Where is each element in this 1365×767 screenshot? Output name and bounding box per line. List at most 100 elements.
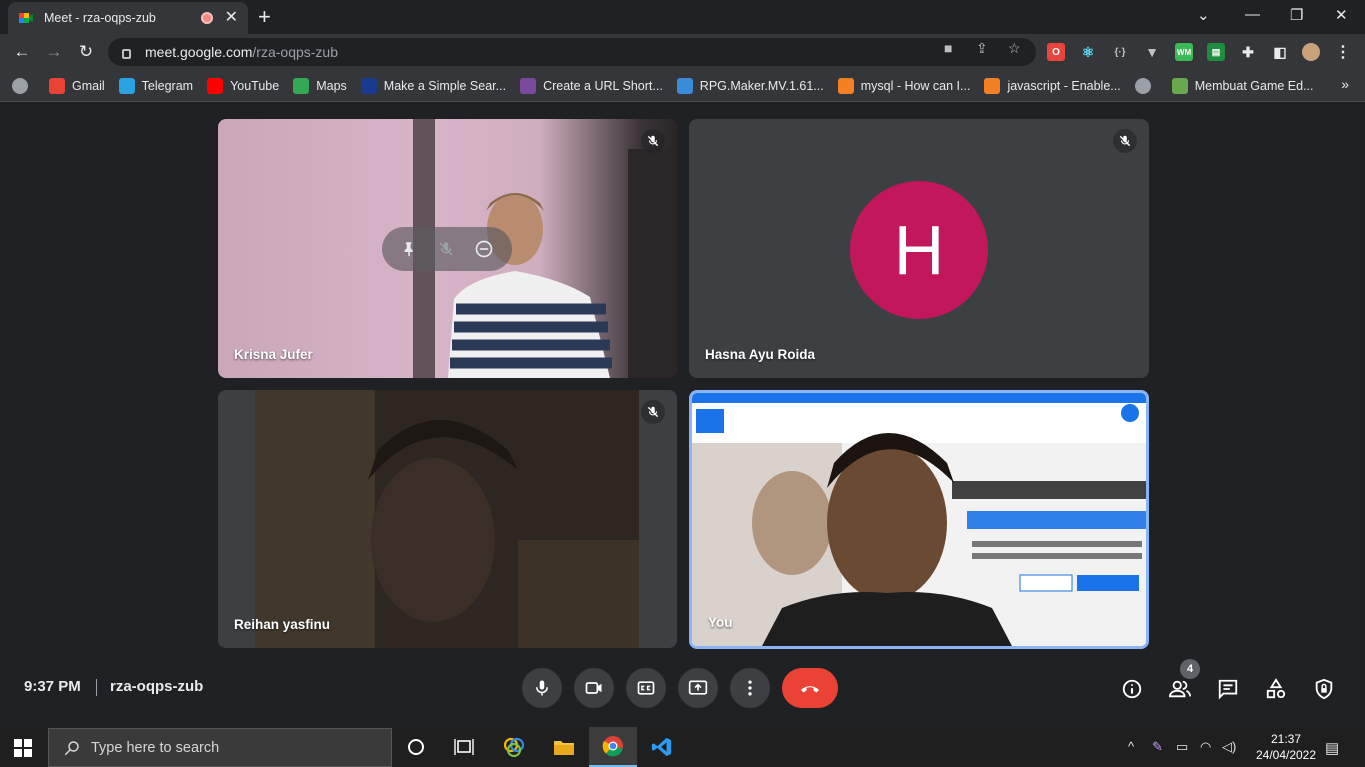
stackoverflow-icon xyxy=(984,77,1001,94)
taskbar-file-explorer[interactable] xyxy=(540,727,588,767)
reload-button[interactable]: ↻ xyxy=(76,42,96,62)
battery-icon[interactable]: ▭ xyxy=(1176,739,1188,755)
bookmark-star-icon[interactable]: ☆ xyxy=(1008,40,1021,57)
captions-button[interactable] xyxy=(626,668,666,708)
vue-devtools-icon[interactable]: ▼ xyxy=(1143,43,1161,61)
address-bar[interactable]: meet.google.com/rza-oqps-zub xyxy=(108,38,1036,66)
taskbar-app-colorful[interactable] xyxy=(490,727,538,767)
browser-tab-meet[interactable]: Meet - rza-oqps-zub ✕ xyxy=(8,2,248,34)
react-devtools-icon[interactable]: ⚛ xyxy=(1079,43,1097,61)
cortana-circle-icon xyxy=(408,739,424,755)
bookmark-item[interactable]: Make a Simple Sear... xyxy=(360,77,507,94)
tile-hover-controls xyxy=(382,227,512,271)
bookmark-icon xyxy=(1171,77,1188,94)
url-path: /rza-oqps-zub xyxy=(252,44,338,60)
chrome-icon xyxy=(602,736,623,757)
tray-pen-icon[interactable]: ✎ xyxy=(1152,739,1163,755)
extension-record-icon[interactable]: O xyxy=(1047,43,1065,61)
microphone-button[interactable] xyxy=(522,668,562,708)
bookmark-item[interactable]: Create a URL Short... xyxy=(520,77,663,94)
participant-tile-reihan[interactable]: Reihan yasfinu xyxy=(218,390,677,648)
notification-center-icon[interactable]: ▤ xyxy=(1325,739,1339,757)
present-now-button[interactable] xyxy=(678,668,718,708)
bookmark-label: Make a Simple Sear... xyxy=(383,78,507,93)
share-icon[interactable]: ⇪ xyxy=(976,40,988,57)
task-view-button[interactable] xyxy=(440,727,488,767)
shield-lock-icon xyxy=(1315,678,1333,700)
activities-shapes-icon xyxy=(1266,678,1286,699)
bookmark-item[interactable]: YouTube xyxy=(207,77,279,94)
tray-overflow-chevron-icon[interactable]: ^ xyxy=(1128,739,1134,754)
tab-search-chevron-icon[interactable]: ⌄ xyxy=(1197,6,1210,24)
windows-taskbar: Type here to search ^ ✎ ▭ ◠ ◁) 21:37 24/… xyxy=(0,727,1365,767)
bookmark-label: Create a URL Short... xyxy=(543,78,663,93)
activities-button[interactable] xyxy=(1263,676,1289,702)
more-options-button[interactable] xyxy=(730,668,770,708)
wifi-icon[interactable]: ◠ xyxy=(1200,739,1211,755)
task-view-icon xyxy=(454,739,474,755)
participant-tile-krisna[interactable]: Krisna Jufer xyxy=(218,119,677,378)
bookmark-item[interactable]: Membuat Game Ed... xyxy=(1171,77,1314,94)
remove-participant-icon[interactable] xyxy=(474,239,494,259)
close-window-button[interactable]: ✕ xyxy=(1335,6,1348,24)
extensions-puzzle-icon[interactable]: ✚ xyxy=(1239,43,1257,61)
sheets-extension-icon[interactable]: ▤ xyxy=(1207,43,1225,61)
folder-icon xyxy=(554,741,574,755)
participant-name: Krisna Jufer xyxy=(234,347,313,362)
meeting-details-button[interactable] xyxy=(1119,676,1145,702)
browser-menu-icon[interactable]: ⋮ xyxy=(1334,43,1352,61)
taskbar-clock[interactable]: 21:37 24/04/2022 xyxy=(1252,731,1320,763)
new-tab-button[interactable]: + xyxy=(258,6,271,28)
mute-participant-icon[interactable] xyxy=(437,240,455,258)
restore-button[interactable]: ❐ xyxy=(1290,6,1303,24)
volume-icon[interactable]: ◁) xyxy=(1222,739,1236,755)
bookmark-item[interactable]: RPG.Maker.MV.1.61... xyxy=(676,77,824,94)
camera-in-use-icon[interactable]: ■ xyxy=(944,40,952,56)
taskbar-search-box[interactable]: Type here to search xyxy=(48,728,392,767)
tab-close-icon[interactable]: ✕ xyxy=(225,10,238,26)
bookmark-item[interactable]: javascript - Enable... xyxy=(984,77,1121,94)
bookmark-item[interactable] xyxy=(12,77,35,94)
taskbar-time: 21:37 xyxy=(1270,732,1302,746)
back-button[interactable]: ← xyxy=(12,42,32,62)
people-count-badge: 4 xyxy=(1180,659,1200,679)
participant-avatar: H xyxy=(850,181,988,319)
taskbar-chrome[interactable] xyxy=(589,727,637,767)
bookmark-item[interactable]: Gmail xyxy=(49,77,105,94)
taskbar-vscode[interactable] xyxy=(638,727,686,767)
bookmark-item[interactable]: Maps xyxy=(293,77,347,94)
meet-favicon-icon xyxy=(19,13,33,23)
wm-extension-icon[interactable]: WM xyxy=(1175,43,1193,61)
cortana-button[interactable] xyxy=(392,727,440,767)
forward-button[interactable]: → xyxy=(44,42,64,62)
host-controls-button[interactable] xyxy=(1311,676,1337,702)
minimize-button[interactable]: — xyxy=(1245,6,1260,23)
meeting-control-bar: 9:37 PM rza-oqps-zub 4 xyxy=(0,650,1365,725)
chat-button[interactable] xyxy=(1215,676,1241,702)
participant-tile-you[interactable]: You xyxy=(689,390,1149,649)
bookmark-item[interactable] xyxy=(1134,77,1158,94)
youtube-icon xyxy=(207,77,224,94)
vscode-icon xyxy=(651,737,672,757)
bookmark-item[interactable]: mysql - How can I... xyxy=(837,77,970,94)
globe-icon xyxy=(1134,77,1151,94)
present-screen-icon xyxy=(688,680,708,695)
info-icon xyxy=(1122,679,1142,699)
windows-start-icon[interactable] xyxy=(14,739,32,757)
bookmark-icon xyxy=(520,77,537,94)
camera-button[interactable] xyxy=(574,668,614,708)
bookmark-item[interactable]: Telegram xyxy=(118,77,193,94)
participant-tile-hasna[interactable]: H Hasna Ayu Roida xyxy=(689,119,1149,378)
bookmark-label: javascript - Enable... xyxy=(1007,78,1121,93)
leave-call-button[interactable] xyxy=(782,668,838,708)
pin-icon[interactable] xyxy=(400,240,418,258)
browser-toolbar: ← → ↻ meet.google.com/rza-oqps-zub ■ ⇪ ☆… xyxy=(0,34,1365,70)
profile-avatar[interactable] xyxy=(1302,43,1320,61)
bookmarks-overflow-icon[interactable]: » xyxy=(1341,76,1349,92)
app-rings-icon xyxy=(503,737,525,758)
meeting-code: rza-oqps-zub xyxy=(110,678,204,695)
side-panel-icon[interactable]: ◧ xyxy=(1271,43,1289,61)
extension-braces-icon[interactable]: {·} xyxy=(1111,43,1129,61)
people-button[interactable] xyxy=(1167,676,1193,702)
gmail-icon xyxy=(49,77,65,94)
